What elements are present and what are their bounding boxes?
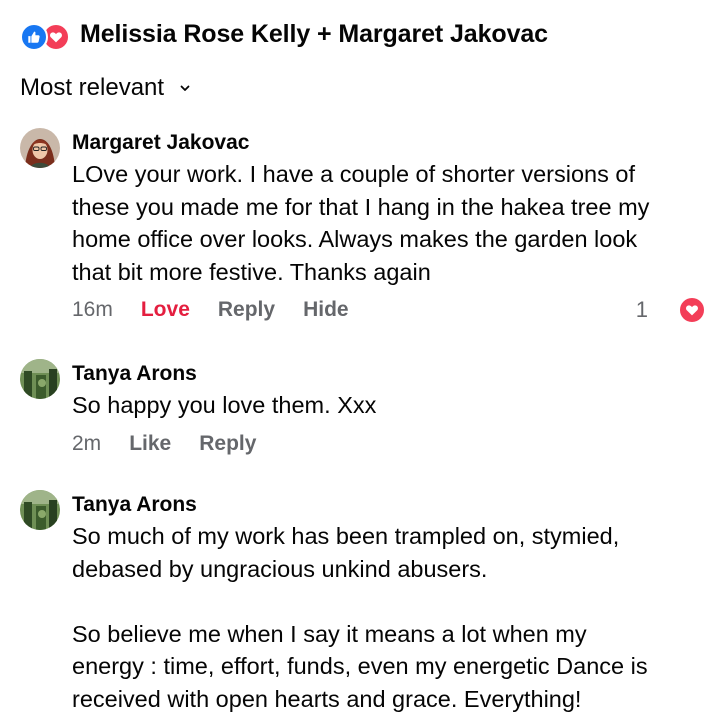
like-icon — [20, 23, 48, 51]
comment-actions: 2m Like Reply — [72, 432, 706, 456]
reaction-count[interactable]: 1 — [636, 296, 706, 324]
comment-text: So much of my work has been trampled on,… — [72, 523, 648, 712]
love-reaction-button[interactable]: Love — [141, 298, 190, 322]
reply-button[interactable]: Reply — [218, 298, 275, 322]
comment-actions: 16m Love Reply Hide 1 — [72, 296, 706, 324]
sort-dropdown[interactable]: Most relevant — [20, 74, 192, 102]
reply-button[interactable]: Reply — [199, 432, 256, 456]
comment-time[interactable]: 2m — [72, 432, 101, 456]
comment-author[interactable]: Margaret Jakovac — [72, 128, 706, 158]
comment-author[interactable]: Tanya Arons — [72, 359, 706, 389]
sort-label: Most relevant — [20, 74, 165, 101]
love-icon — [678, 296, 706, 324]
comment-text: So happy you love them. Xxx — [72, 392, 377, 418]
chevron-down-icon — [180, 85, 190, 91]
like-button[interactable]: Like — [129, 432, 171, 456]
avatar[interactable] — [20, 359, 60, 399]
comment-text: LOve your work. I have a couple of short… — [72, 161, 650, 285]
comment-time[interactable]: 16m — [72, 298, 113, 322]
avatar[interactable] — [20, 128, 60, 168]
reaction-icons — [20, 20, 74, 51]
comment-author[interactable]: Tanya Arons — [72, 490, 706, 520]
avatar[interactable] — [20, 490, 60, 530]
reaction-count-value: 1 — [635, 297, 648, 322]
reactions-summary[interactable]: Melissia Rose Kelly + Margaret Jakovac — [20, 16, 548, 52]
hide-button[interactable]: Hide — [303, 298, 349, 322]
reactors-names: Melissia Rose Kelly + Margaret Jakovac — [80, 19, 548, 48]
